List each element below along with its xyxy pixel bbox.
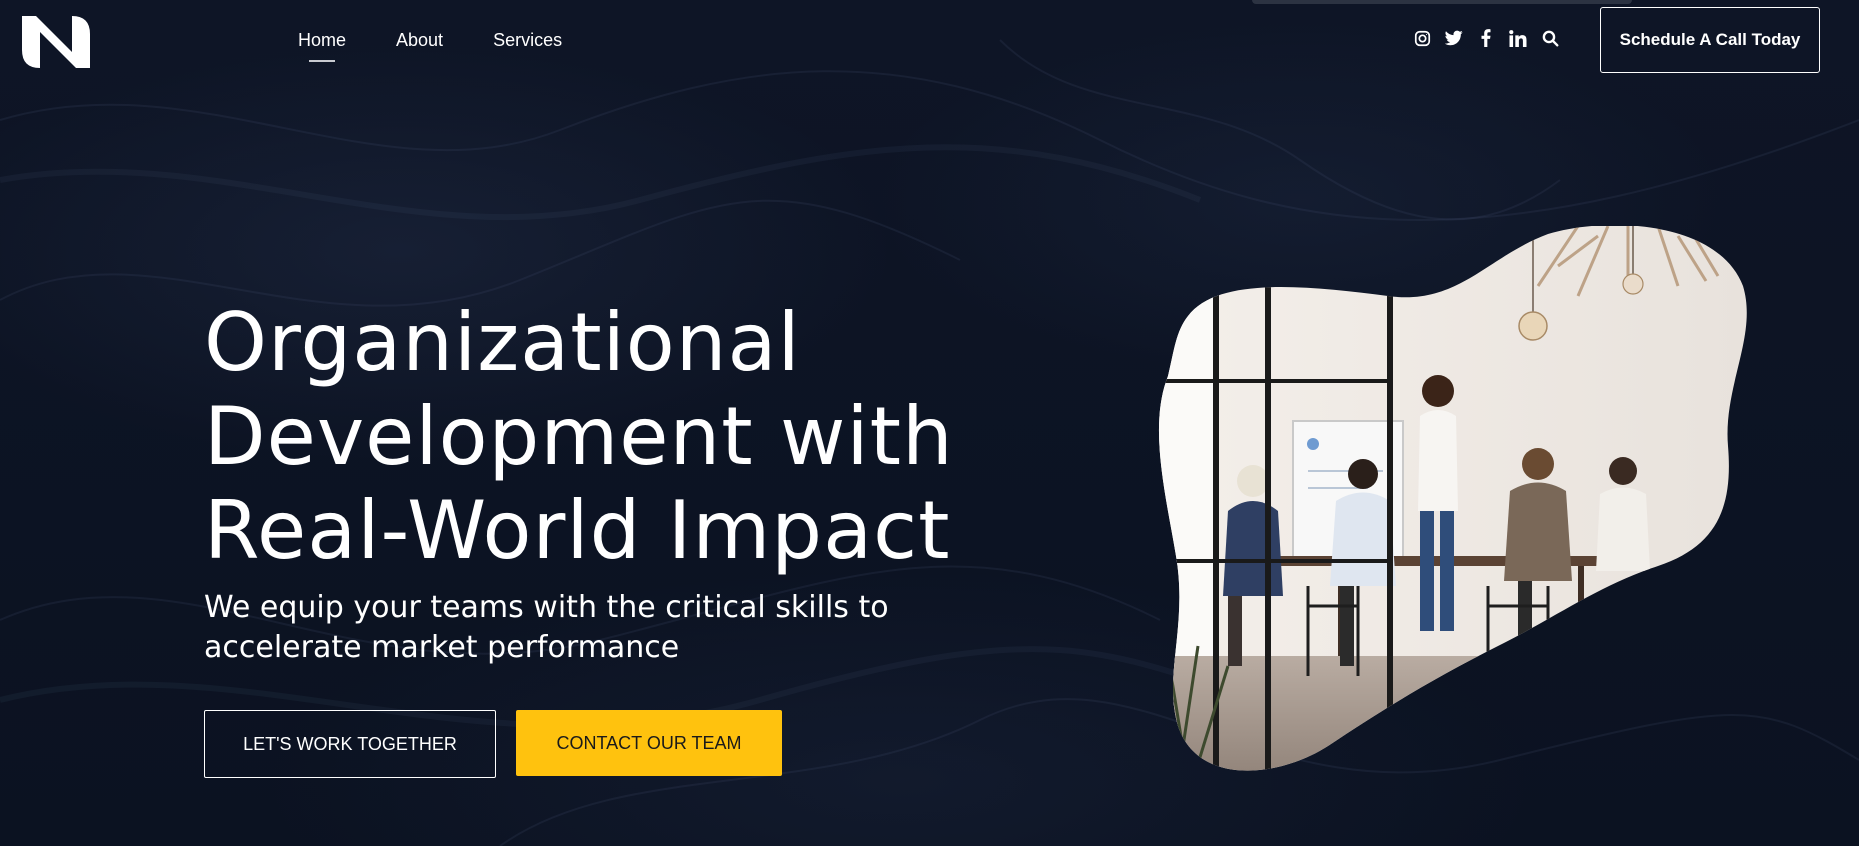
hero-image [1158,226,1747,771]
schedule-call-button[interactable]: Schedule A Call Today [1600,7,1820,73]
hero-title-line: Development with [204,390,954,483]
hero-subtitle: We equip your teams with the critical sk… [204,588,924,668]
nav-item-services[interactable]: Services [493,28,562,52]
hero-subtitle-line: accelerate market performance [204,630,680,665]
nav-item-about[interactable]: About [396,28,443,52]
facebook-icon[interactable] [1476,28,1496,48]
hero-title-line: Organizational [204,296,801,389]
brand-logo[interactable] [22,16,90,68]
search-icon[interactable] [1540,28,1560,48]
hero-title-line: Real-World Impact [204,484,951,577]
instagram-icon[interactable] [1412,28,1432,48]
lets-work-together-button[interactable]: LET'S WORK TOGETHER [204,710,496,778]
linkedin-icon[interactable] [1508,28,1528,48]
hero-title: Organizational Development with Real-Wor… [204,296,1024,578]
social-links [1412,28,1560,48]
top-strip [1252,0,1632,4]
nav-item-home[interactable]: Home [298,28,346,52]
contact-our-team-button[interactable]: CONTACT OUR TEAM [516,710,782,776]
hero-subtitle-line: We equip your teams with the critical sk… [204,590,889,625]
twitter-icon[interactable] [1444,28,1464,48]
page: Home About Services Schedule A Call Toda… [0,0,1859,846]
main-nav: Home About Services [298,28,612,52]
